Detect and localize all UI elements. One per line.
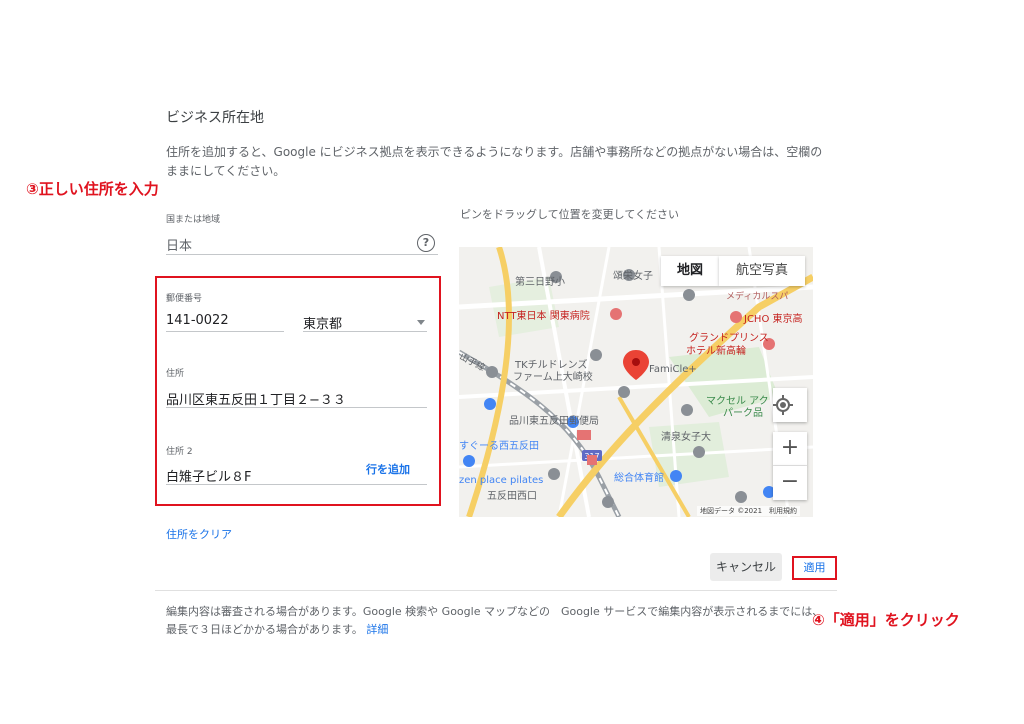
map-label: 五反田西口: [487, 491, 537, 502]
country-underline: [166, 254, 438, 255]
address2-label: 住所 2: [166, 447, 193, 457]
postal-code-underline: [166, 331, 284, 332]
clear-address-link[interactable]: 住所をクリア: [166, 526, 232, 542]
map-label: NTT東日本 関東病院: [497, 311, 590, 322]
map-label: 清泉女子大: [661, 432, 711, 443]
postal-code-field[interactable]: 141-0022: [166, 313, 229, 328]
map-label: 品川東五反田郵便局: [509, 416, 599, 427]
prefecture-underline: [303, 331, 427, 332]
map-label: ファーム上大崎校: [513, 372, 593, 383]
cancel-button[interactable]: キャンセル: [710, 553, 782, 581]
map-label: すぐーる西五反田: [459, 441, 539, 452]
country-field[interactable]: 日本: [166, 235, 192, 254]
address-field[interactable]: 品川区東五反田１丁目２−３３: [166, 389, 346, 408]
map-label: 第三日野小: [515, 277, 565, 288]
map-type-satellite-button[interactable]: 航空写真: [719, 256, 805, 286]
details-link[interactable]: 詳細: [366, 623, 388, 636]
zoom-out-button[interactable]: −: [773, 466, 807, 500]
crosshair-icon: [773, 395, 793, 415]
map-type-map-button[interactable]: 地図: [661, 256, 719, 286]
address-underline: [166, 407, 427, 408]
map-label: 総合体育館: [614, 473, 664, 484]
map-label: メディカルスパ: [726, 292, 789, 302]
map[interactable]: 317 第三日野小 頌栄女子 メディカルスパ NTT東日本 関東病院 JCHO …: [459, 247, 813, 517]
my-location-button[interactable]: [773, 388, 807, 422]
address2-field[interactable]: 白雉子ビル８F: [166, 466, 251, 485]
map-label: パーク品: [723, 408, 763, 419]
review-notice: 編集内容は審査される場合があります。Google 検索や Google マップな…: [166, 603, 826, 639]
zoom-in-button[interactable]: +: [773, 432, 807, 466]
country-label: 国または地域: [166, 215, 221, 225]
map-attribution[interactable]: 地図データ ©2021 利用規約: [697, 506, 801, 516]
apply-button[interactable]: 適用: [792, 556, 837, 580]
review-notice-text: 編集内容は審査される場合があります。Google 検索や Google マップな…: [166, 605, 824, 636]
map-label: JCHO 東京高: [744, 314, 803, 325]
map-label: FamiCle+: [649, 364, 697, 375]
section-title: ビジネス所在地: [166, 110, 264, 126]
map-hint: ピンをドラッグして位置を変更してください: [460, 208, 680, 221]
map-label: zen place pilates: [459, 475, 544, 486]
help-icon[interactable]: ?: [417, 234, 435, 252]
prefecture-select[interactable]: 東京都: [303, 313, 342, 332]
add-line-button[interactable]: 行を追加: [366, 461, 410, 477]
annotation-step-4: ④「適用」をクリック: [812, 611, 960, 629]
address2-underline: [166, 484, 427, 485]
section-description: 住所を追加すると、Google にビジネス拠点を表示できるようになります。店舗や…: [166, 145, 823, 178]
annotation-step-3: ③正しい住所を入力: [26, 180, 159, 198]
map-label: 頌栄女子: [613, 271, 653, 282]
divider: [155, 590, 837, 591]
dropdown-arrow-icon[interactable]: [417, 320, 425, 325]
address-label: 住所: [166, 369, 185, 379]
postal-code-label: 郵便番号: [166, 294, 203, 304]
map-label: ホテル新高輪: [686, 346, 746, 357]
